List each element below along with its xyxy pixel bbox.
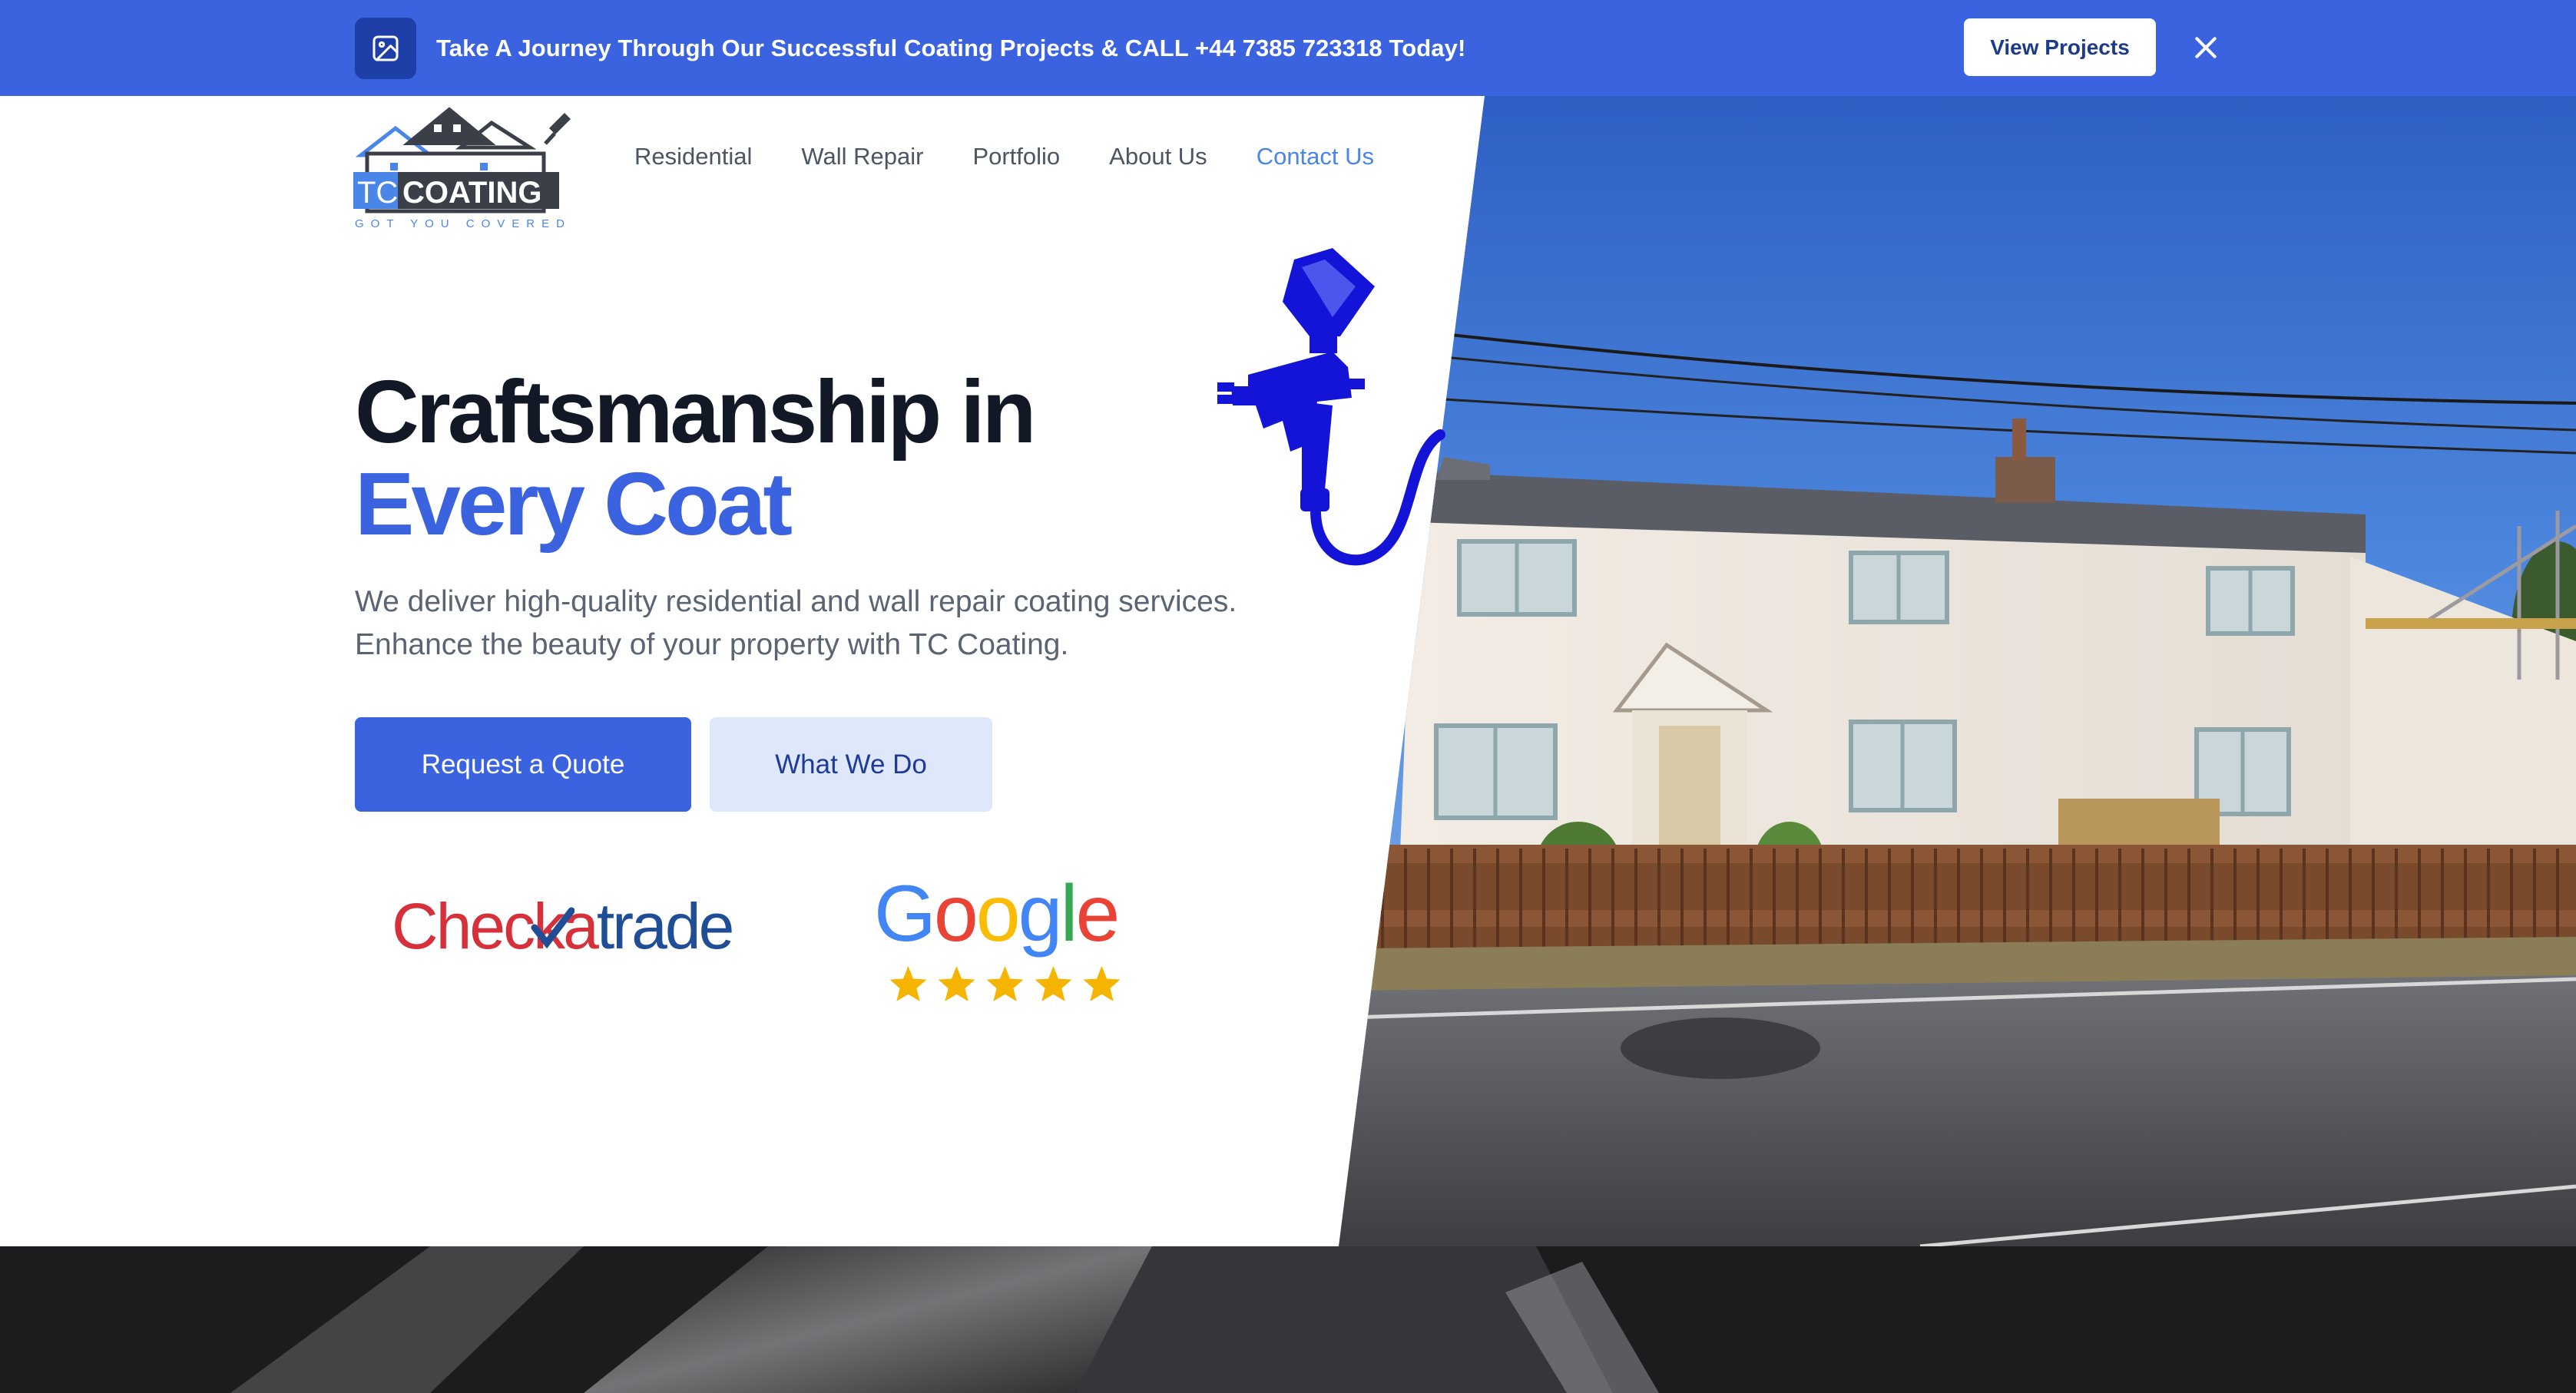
nav-item-wall-repair[interactable]: Wall Repair <box>801 143 923 170</box>
google-rating-stars <box>888 965 1122 1003</box>
google-letter-g: G <box>874 869 936 958</box>
nav-item-about-us[interactable]: About Us <box>1109 143 1207 170</box>
what-we-do-button[interactable]: What We Do <box>710 717 992 812</box>
checkmark-icon <box>531 907 575 949</box>
google-logo[interactable]: Google <box>874 868 1121 960</box>
google-letter-g2: g <box>1018 869 1063 958</box>
checkatrade-text-4: trade <box>596 890 734 962</box>
hero-subtitle: We deliver high-quality residential and … <box>355 585 1237 661</box>
view-projects-button[interactable]: View Projects <box>1964 18 2156 76</box>
next-section-background <box>0 1246 2576 1393</box>
main-nav: Residential Wall Repair Portfolio About … <box>634 143 1423 170</box>
nav-item-portfolio[interactable]: Portfolio <box>972 143 1060 170</box>
logo-tc-text: TC <box>357 176 398 210</box>
google-letter-o1: o <box>933 869 978 958</box>
checkatrade-tick: k <box>531 888 575 965</box>
star-icon <box>1083 966 1121 1001</box>
announcement-text: Take A Journey Through Our Successful Co… <box>436 34 1466 61</box>
close-icon[interactable] <box>2186 26 2226 69</box>
star-icon <box>986 966 1024 1001</box>
request-quote-button[interactable]: Request a Quote <box>355 717 691 812</box>
star-icon <box>889 966 927 1001</box>
image-icon <box>355 17 416 79</box>
tc-coating-logo[interactable]: TC COATING GOT YOU COVERED <box>353 101 576 230</box>
announcement-content: Take A Journey Through Our Successful Co… <box>355 0 1465 96</box>
checkatrade-text-1: Chec <box>392 890 535 962</box>
hero-title: Craftsmanship in Every Coat <box>355 366 1276 550</box>
checkatrade-logo[interactable]: Check atrade <box>392 888 783 965</box>
google-letter-o2: o <box>975 869 1021 958</box>
logo-coating-text: COATING <box>402 176 541 210</box>
hero-title-line2: Every Coat <box>355 454 793 554</box>
google-letter-e: e <box>1075 869 1121 958</box>
nav-item-residential[interactable]: Residential <box>634 143 752 170</box>
star-icon <box>938 966 975 1001</box>
google-letter-l: l <box>1060 869 1078 958</box>
hero-title-line1: Craftsmanship in <box>355 362 1036 462</box>
nav-item-contact-us[interactable]: Contact Us <box>1257 143 1374 170</box>
star-icon <box>1035 966 1072 1001</box>
logo-tagline: GOT YOU COVERED <box>355 217 571 230</box>
announcement-banner: Take A Journey Through Our Successful Co… <box>0 0 2576 96</box>
